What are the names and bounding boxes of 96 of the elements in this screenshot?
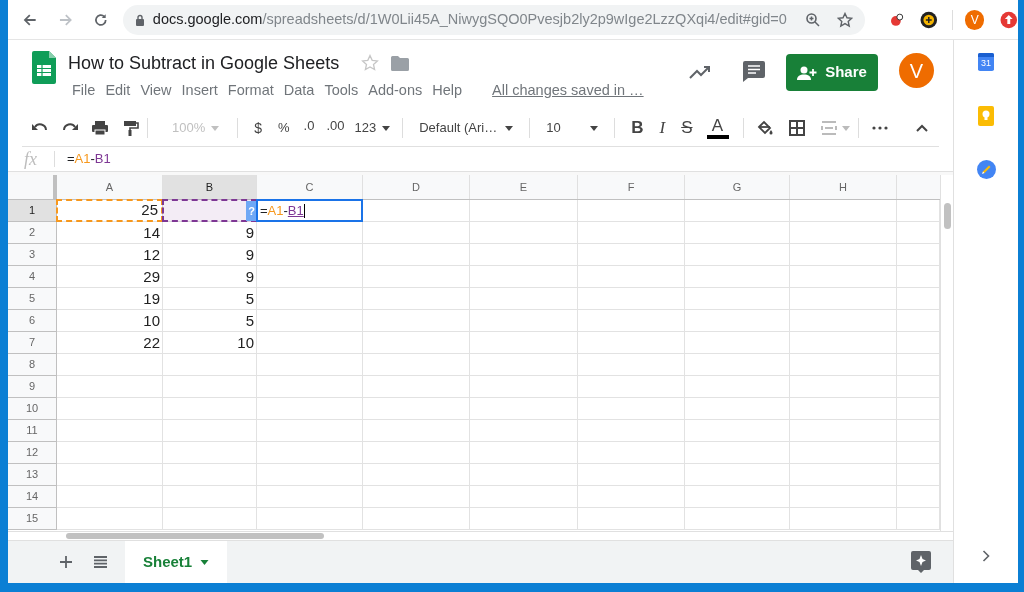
address-bar[interactable]: docs.google.com/spreadsheets/d/1W0Lii45A_NiwygSQO0Pvesjb2ly2p9wIge2LzzQXqi4/edit#gid=0 (122, 4, 865, 35)
row-header[interactable]: 4 (8, 266, 57, 288)
lock-icon (134, 13, 145, 26)
column-header[interactable]: B (163, 175, 257, 199)
trend-icon[interactable] (689, 65, 711, 79)
star-icon[interactable] (361, 54, 380, 72)
table-cell-text: 10 (142, 310, 161, 331)
caret-icon (590, 125, 599, 131)
number-format-dropdown[interactable]: 123 (350, 118, 395, 138)
paint-format-icon[interactable] (121, 119, 139, 137)
person-add-icon (797, 65, 818, 80)
currency-button[interactable]: $ (246, 117, 271, 139)
row-header[interactable]: 9 (8, 376, 57, 398)
reference-cell: 25 (56, 199, 163, 222)
sheet-tab[interactable]: Sheet1 (125, 541, 228, 583)
table-cell-text: 12 (142, 244, 161, 265)
row-header[interactable]: 7 (8, 332, 57, 354)
add-sheet-icon[interactable] (60, 556, 72, 568)
explore-icon[interactable] (911, 551, 931, 573)
table-cell-text: 22 (142, 332, 161, 353)
menu-item[interactable]: Help (428, 79, 467, 103)
color-bar (706, 135, 729, 139)
cell-editor[interactable]: =A1-B1 (256, 199, 363, 222)
table-cell-text: 5 (244, 288, 255, 309)
folder-icon[interactable] (391, 55, 410, 71)
caret-icon (211, 125, 220, 131)
url-text: docs.google.com/spreadsheets/d/1W0Lii45A_NiwygSQO0Pvesjb2ly2p9wIge2LzzQXqi4/edit#gid=0 (152, 9, 787, 29)
row-header[interactable]: 13 (8, 464, 57, 486)
table-cell-text: 9 (244, 266, 255, 287)
print-icon[interactable] (91, 119, 109, 137)
bold-button[interactable]: B (623, 115, 652, 141)
caret-icon (382, 125, 391, 131)
menu-item[interactable]: Format (223, 79, 278, 103)
share-button[interactable]: Share (786, 54, 878, 91)
chevron-right-icon[interactable] (982, 550, 990, 562)
row-header[interactable]: 3 (8, 244, 57, 266)
table-cell-text: 19 (142, 288, 161, 309)
table-cell-text: 14 (142, 222, 161, 243)
menu-item[interactable]: Insert (177, 79, 222, 103)
menu-item[interactable]: File (68, 79, 100, 103)
profile-avatar[interactable]: V (964, 9, 985, 30)
table-cell-text: 9 (244, 222, 255, 243)
extension-icon[interactable] (890, 12, 905, 27)
row-header[interactable]: 15 (8, 508, 57, 530)
user-avatar[interactable]: V (899, 53, 934, 88)
horizontal-scrollbar[interactable] (8, 531, 953, 540)
table-cell-text: 5 (244, 310, 255, 331)
scroll-thumb[interactable] (944, 203, 951, 229)
table-cell-text: 10 (236, 332, 255, 353)
merge-cells-icon[interactable] (819, 119, 838, 137)
update-icon[interactable] (1000, 10, 1018, 29)
menu-item[interactable]: Edit (101, 79, 135, 103)
comment-icon[interactable] (743, 61, 765, 82)
borders-icon[interactable] (787, 119, 806, 137)
row-header[interactable]: 10 (8, 398, 57, 420)
fill-color-icon[interactable] (755, 119, 774, 137)
zoom-icon[interactable] (804, 11, 821, 28)
extension-icon[interactable] (920, 10, 938, 29)
scroll-thumb[interactable] (66, 533, 324, 539)
row-header[interactable]: 1 (8, 200, 57, 222)
row-header[interactable]: 8 (8, 354, 57, 376)
caret-icon (841, 125, 850, 131)
formula-input[interactable]: =A1-B1 (67, 149, 111, 169)
reload-icon[interactable] (93, 11, 109, 28)
italic-button[interactable]: I (651, 115, 674, 141)
text-cursor (303, 203, 305, 218)
document-title[interactable]: How to Subtract in Google Sheets (68, 49, 340, 77)
row-header[interactable]: 6 (8, 310, 57, 332)
menu-item[interactable]: Add-ons (364, 79, 427, 103)
row-header[interactable]: 14 (8, 486, 57, 508)
sheet-list-icon[interactable] (94, 556, 107, 568)
star-icon[interactable] (836, 11, 853, 28)
row-header[interactable]: 2 (8, 222, 57, 244)
menu-item[interactable]: View (136, 79, 176, 103)
caret-icon (505, 125, 514, 131)
decrease-decimal-button[interactable]: .0 (297, 115, 321, 141)
row-header[interactable]: 12 (8, 442, 57, 464)
save-status-link[interactable]: All changes saved in … (492, 80, 644, 102)
font-dropdown[interactable]: Default (Ari… (411, 118, 522, 138)
increase-decimal-button[interactable]: .00 (320, 115, 351, 141)
function-label: fx (24, 147, 38, 171)
text-color-button[interactable]: A (706, 117, 729, 139)
caret-icon (200, 559, 210, 565)
table-cell-text: 9 (244, 244, 255, 265)
font-size-dropdown[interactable]: 10 (538, 118, 607, 138)
table-cell-text: 29 (142, 266, 161, 287)
tasks-icon[interactable] (976, 160, 996, 179)
vertical-scrollbar[interactable] (940, 175, 953, 531)
menu-item[interactable]: Data (279, 79, 319, 103)
menu-item[interactable]: Tools (320, 79, 363, 103)
calendar-icon[interactable]: 31 (978, 53, 994, 71)
row-header[interactable]: 5 (8, 288, 57, 310)
strikethrough-button[interactable]: S (673, 115, 701, 141)
percent-button[interactable]: % (270, 118, 298, 138)
sheets-logo-icon[interactable] (32, 51, 56, 84)
row-header[interactable]: 11 (8, 420, 57, 442)
